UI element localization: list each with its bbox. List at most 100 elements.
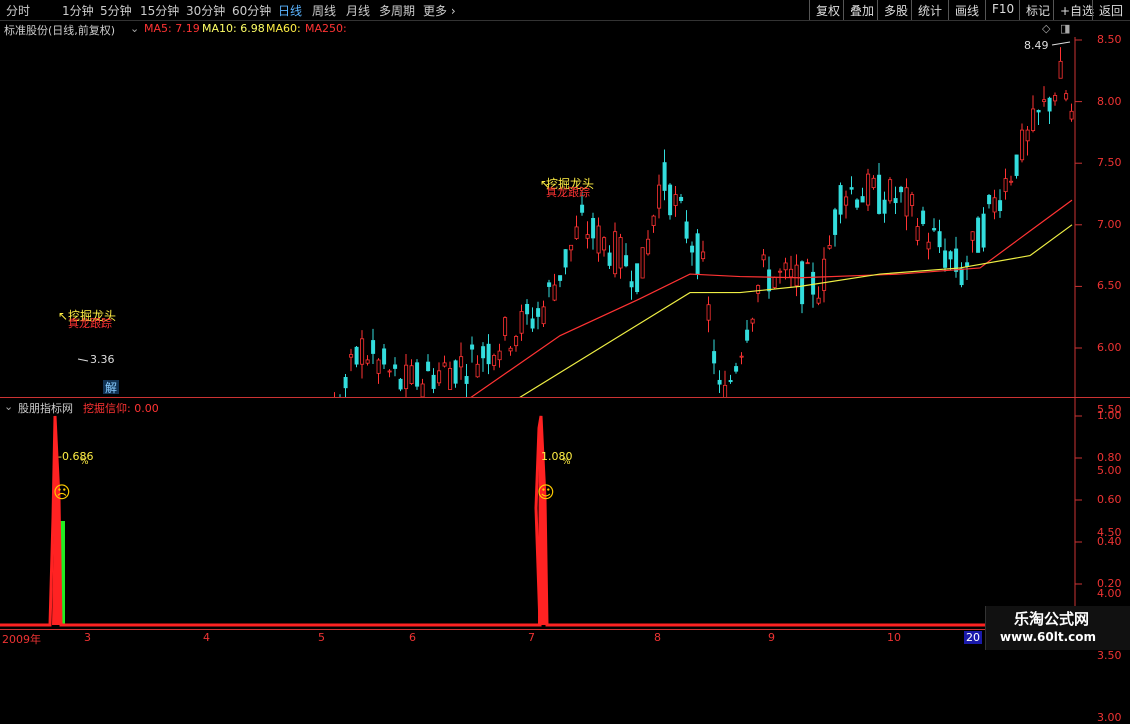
x-label-current: 20 [964,631,982,644]
candle-body [789,268,794,278]
candle-body [882,199,887,214]
candle-body [822,258,827,291]
candle-body [970,231,975,241]
candle-body [398,378,403,390]
tab-daily[interactable]: 日线 [278,2,302,19]
ma10-value: MA10: 6.98 [202,22,265,35]
candle-body [585,234,590,239]
overlay-button[interactable]: 叠加 [843,0,880,20]
candle-body [646,238,651,255]
back-button[interactable]: 返回 [1092,0,1129,20]
candle-body [409,365,414,384]
candle-body [833,209,838,235]
low-price-label: 3.36 [90,353,115,366]
stats-button[interactable]: 统计 [911,0,948,20]
candle-body [591,218,596,239]
tab-15min[interactable]: 15分钟 [140,2,179,19]
f10-button[interactable]: F10 [985,0,1020,20]
candle-body [596,225,601,254]
indicator-y-tick-label: 0.20 [1097,577,1122,590]
tab-60min[interactable]: 60分钟 [232,2,271,19]
candle-body [871,177,876,189]
tab-more[interactable]: 更多 › [423,2,456,19]
candle-body [1042,99,1047,102]
chevron-down-icon[interactable]: ⌄ [130,22,139,35]
candle-body [442,362,447,367]
candle-body [706,304,711,321]
candle-body [635,263,640,293]
ma60-value: MA60: [266,22,301,35]
candle-body [376,359,381,374]
candle-body [558,275,563,281]
candle-body [530,318,535,329]
candle-body [547,282,552,287]
signal-arrow-1: ↖ [58,309,68,323]
candle-body [679,196,684,201]
x-label-9: 9 [768,631,775,644]
candle-body [838,185,843,215]
tab-fenshi[interactable]: 分时 [6,2,30,19]
low-price-pointer [77,358,89,362]
tab-monthly[interactable]: 月线 [346,2,370,19]
candle-body [723,384,728,397]
candle-body [514,336,519,347]
candlestick-chart[interactable]: 8.49 3.36 挖掘龙头 真龙跟踪 挖掘龙头 真龙跟踪 ↖ ↖ 解 [0,37,1130,397]
candle-body [607,252,612,266]
draw-line-button[interactable]: 画线 [948,0,985,20]
candle-body [1036,109,1041,113]
tab-30min[interactable]: 30分钟 [186,2,225,19]
ma250-value: MA250: [305,22,347,35]
candle-body [943,250,948,268]
candle-body [1058,60,1063,79]
candle-body [1020,129,1025,161]
candle-body [849,187,854,190]
candle-body [1053,95,1058,102]
candle-body [420,383,425,397]
candle-body [662,162,667,191]
candle-body [415,362,420,387]
candle-body [673,194,678,206]
candle-body [987,194,992,205]
candle-body [1031,108,1036,131]
signal-sub-2: 真龙跟踪 [546,185,590,199]
multi-stock-button[interactable]: 多股 [877,0,914,20]
smile-face-icon: ☺ [537,483,555,503]
signal-arrow-2: ↖ [540,177,550,191]
tab-5min[interactable]: 5分钟 [100,2,132,19]
candle-body [1014,154,1019,176]
candle-body [750,318,755,324]
candle-body [657,184,662,209]
indicator-line [0,415,1075,627]
tab-multi-period[interactable]: 多周期 [379,2,415,19]
candle-body [794,264,799,287]
indicator-chart[interactable]: -0.686 % 1.080 % ☹ ☺ [0,398,1130,628]
candle-body [888,179,893,202]
candle-body [629,281,634,288]
candle-body [426,361,431,372]
candle-body [778,270,783,273]
fuquan-button[interactable]: 复权 [809,0,846,20]
high-price-pointer [1051,41,1071,46]
jie-marker[interactable]: 解 [105,381,117,395]
candle-body [800,261,805,305]
candle-body [712,351,717,364]
candle-body [387,370,392,373]
candle-body [827,245,832,249]
ma5-value: MA5: 7.19 [144,22,200,35]
candle-body [739,355,744,358]
window-toggle-icon[interactable]: ◨ [1060,22,1070,35]
candle-body [855,199,860,208]
tab-1min[interactable]: 1分钟 [62,2,94,19]
chevron-right-icon: › [447,4,456,18]
high-price-label: 8.49 [1024,39,1049,52]
candle-body [470,344,475,350]
candle-body [1064,93,1069,100]
tab-weekly[interactable]: 周线 [312,2,336,19]
candle-body [899,186,904,193]
candle-body [618,237,623,269]
mark-button[interactable]: 标记 [1019,0,1056,20]
candle-body [756,285,761,294]
diamond-icon[interactable]: ◇ [1042,22,1050,35]
candle-body [536,308,541,317]
candle-body [728,380,733,383]
